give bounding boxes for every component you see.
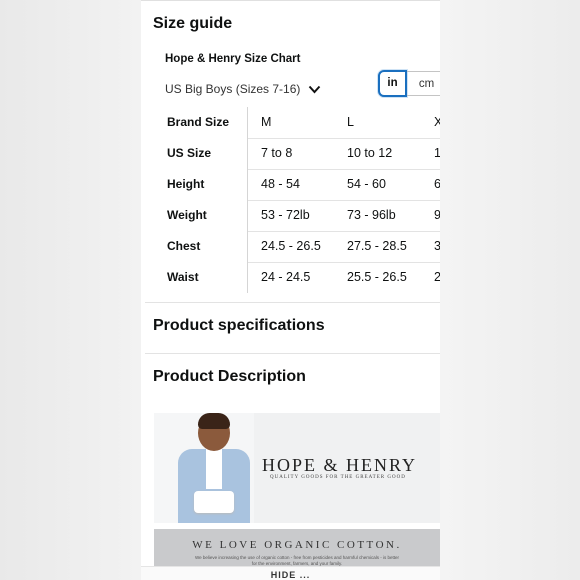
- table-row: Height 48 - 54 54 - 60 6: [141, 169, 440, 200]
- ring-pillow: [194, 491, 234, 513]
- section-divider: [145, 302, 440, 303]
- table-cell: 7 to 8: [261, 146, 293, 160]
- table-cell: 3: [434, 239, 440, 253]
- table-cell: 27.5 - 28.5: [347, 239, 407, 253]
- background-left: [0, 0, 141, 580]
- row-label: Brand Size: [167, 115, 230, 129]
- table-cell: 48 - 54: [261, 177, 300, 191]
- table-row: Chest 24.5 - 26.5 27.5 - 28.5 3: [141, 231, 440, 262]
- organic-cotton-title: WE LOVE ORGANIC COTTON.: [192, 539, 402, 551]
- table-cell: 2: [434, 270, 440, 284]
- brand-banner-image: HOPE & HENRY QUALITY GOODS FOR THE GREAT…: [154, 413, 440, 523]
- table-cell: 73 - 96lb: [347, 208, 396, 222]
- brand-tagline: QUALITY GOODS FOR THE GREATER GOOD: [270, 475, 406, 480]
- background-right: [440, 0, 580, 580]
- product-description-heading: Product Description: [153, 368, 306, 385]
- table-cell: 24.5 - 26.5: [261, 239, 321, 253]
- table-cell: 9: [434, 208, 440, 222]
- unit-inches-button[interactable]: in: [378, 70, 407, 97]
- table-row: US Size 7 to 8 10 to 12 1: [141, 138, 440, 169]
- table-cell: 10 to 12: [347, 146, 393, 160]
- bottom-bar-text[interactable]: HIDE ...: [141, 570, 440, 580]
- unit-toggle: in cm: [378, 70, 440, 97]
- row-label: US Size: [167, 146, 212, 160]
- chevron-down-icon: [309, 85, 321, 93]
- size-range-label: US Big Boys (Sizes 7-16): [165, 82, 301, 96]
- table-cell: 6: [434, 177, 440, 191]
- table-cell: 54 - 60: [347, 177, 386, 191]
- top-divider: [141, 0, 440, 1]
- table-cell: 53 - 72lb: [261, 208, 310, 222]
- row-label: Chest: [167, 239, 201, 253]
- size-guide-heading: Size guide: [153, 15, 233, 32]
- table-header-cell: M: [261, 115, 272, 129]
- table-cell: 1: [434, 146, 440, 160]
- table-header-cell: L: [347, 115, 354, 129]
- row-label: Waist: [167, 270, 199, 284]
- table-row: Waist 24 - 24.5 25.5 - 26.5 2: [141, 262, 440, 293]
- bottom-bar: HIDE ...: [141, 566, 440, 580]
- organic-cotton-banner: WE LOVE ORGANIC COTTON. We believe incre…: [154, 529, 440, 569]
- row-label: Weight: [167, 208, 207, 222]
- table-cell: 25.5 - 26.5: [347, 270, 407, 284]
- product-specifications-heading[interactable]: Product specifications: [153, 317, 325, 335]
- table-header-row: Brand Size M L X: [141, 107, 440, 138]
- row-label: Height: [167, 177, 205, 191]
- table-row: Weight 53 - 72lb 73 - 96lb 9: [141, 200, 440, 231]
- table-header-cell: X: [434, 115, 440, 129]
- size-range-dropdown[interactable]: US Big Boys (Sizes 7-16): [165, 82, 321, 96]
- unit-centimeters-button[interactable]: cm: [407, 71, 440, 96]
- model-shirt: [206, 449, 222, 489]
- model-hair: [198, 413, 230, 429]
- table-cell: 24 - 24.5: [261, 270, 311, 284]
- size-chart-title: Hope & Henry Size Chart: [165, 53, 301, 65]
- section-divider: [145, 353, 440, 354]
- brand-logo: HOPE & HENRY: [262, 455, 418, 475]
- product-panel: Size guide Hope & Henry Size Chart US Bi…: [141, 0, 440, 580]
